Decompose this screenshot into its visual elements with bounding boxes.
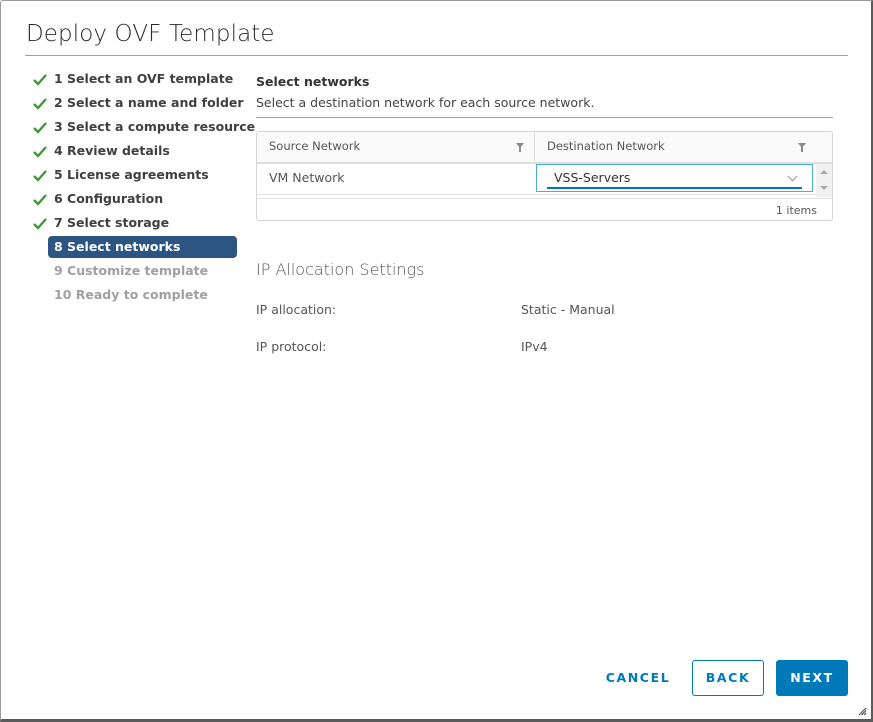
wizard-step-label: 3 Select a compute resource bbox=[54, 119, 256, 134]
wizard-step-label: 4 Review details bbox=[54, 143, 170, 158]
dialog-title: Deploy OVF Template bbox=[26, 21, 275, 47]
wizard-step-label: 5 License agreements bbox=[54, 167, 209, 182]
wizard-step-5[interactable]: 5 License agreements bbox=[31, 163, 241, 187]
column-header-label: Destination Network bbox=[547, 139, 665, 153]
wizard-step-label: 7 Select storage bbox=[54, 215, 170, 230]
checkmark-icon bbox=[33, 218, 47, 230]
checkmark-icon bbox=[33, 74, 47, 86]
column-header-source-network[interactable]: Source Network bbox=[257, 132, 535, 162]
wizard-step-8-active[interactable]: 8 Select networks bbox=[31, 235, 241, 259]
cancel-button[interactable]: CANCEL bbox=[597, 660, 679, 696]
grid-header: Source Network Destination Network bbox=[257, 132, 832, 164]
next-button[interactable]: NEXT bbox=[776, 660, 848, 696]
wizard-step-3[interactable]: 3 Select a compute resource bbox=[31, 115, 255, 139]
wizard-step-2[interactable]: 2 Select a name and folder bbox=[31, 91, 244, 115]
checkmark-icon bbox=[33, 122, 47, 134]
wizard-step-label: 6 Configuration bbox=[54, 191, 164, 206]
section-description: Select a destination network for each so… bbox=[256, 95, 595, 110]
column-header-label: Source Network bbox=[269, 139, 361, 153]
checkmark-icon bbox=[33, 98, 47, 110]
wizard-step-label: 8 Select networks bbox=[48, 236, 237, 258]
resize-grip-icon[interactable] bbox=[858, 707, 867, 716]
grid-footer: 1 items bbox=[257, 198, 832, 221]
network-mapping-grid: Source Network Destination Network VM Ne… bbox=[256, 131, 833, 221]
wizard-step-label: 10 Ready to complete bbox=[54, 287, 208, 302]
filter-icon[interactable] bbox=[798, 143, 806, 152]
source-network-cell: VM Network bbox=[269, 170, 345, 185]
scroll-down-arrow-icon[interactable] bbox=[820, 186, 828, 190]
ip-allocation-label: IP allocation: bbox=[256, 302, 337, 317]
checkmark-icon bbox=[33, 170, 47, 182]
wizard-step-label: 1 Select an OVF template bbox=[54, 71, 234, 86]
destination-network-value: VSS-Servers bbox=[554, 170, 631, 185]
wizard-step-label: 9 Customize template bbox=[54, 263, 209, 278]
destination-network-select[interactable]: VSS-Servers bbox=[536, 164, 813, 192]
dialog-window: Deploy OVF Template 1 Select an OVF temp… bbox=[0, 0, 873, 722]
scroll-up-arrow-icon[interactable] bbox=[820, 170, 828, 174]
filter-icon[interactable] bbox=[516, 143, 524, 152]
ip-protocol-label: IP protocol: bbox=[256, 339, 327, 354]
column-header-destination-network[interactable]: Destination Network bbox=[535, 132, 832, 162]
chevron-down-icon[interactable] bbox=[787, 171, 798, 182]
table-row[interactable]: VM Network VSS-Servers bbox=[257, 164, 816, 195]
wizard-step-label: 2 Select a name and folder bbox=[54, 95, 244, 110]
section-title: Select networks bbox=[256, 74, 370, 89]
wizard-step-4[interactable]: 4 Review details bbox=[31, 139, 241, 163]
section-divider bbox=[256, 117, 833, 118]
ip-allocation-value: Static - Manual bbox=[521, 302, 615, 317]
wizard-step-9: 9 Customize template bbox=[31, 259, 241, 283]
item-count: 1 items bbox=[775, 204, 817, 217]
checkmark-icon bbox=[33, 194, 47, 206]
wizard-step-10: 10 Ready to complete bbox=[31, 283, 241, 307]
back-button[interactable]: BACK bbox=[692, 660, 764, 696]
ip-protocol-value: IPv4 bbox=[521, 339, 548, 354]
checkmark-icon bbox=[33, 146, 47, 158]
select-focus-underline bbox=[547, 187, 802, 189]
grid-scrollbar[interactable] bbox=[816, 164, 832, 197]
wizard-step-1[interactable]: 1 Select an OVF template bbox=[31, 67, 241, 91]
wizard-step-6[interactable]: 6 Configuration bbox=[31, 187, 241, 211]
title-divider bbox=[25, 55, 848, 56]
wizard-steps: 1 Select an OVF template 2 Select a name… bbox=[31, 67, 255, 307]
ip-allocation-title: IP Allocation Settings bbox=[256, 260, 425, 279]
wizard-step-7[interactable]: 7 Select storage bbox=[31, 211, 241, 235]
